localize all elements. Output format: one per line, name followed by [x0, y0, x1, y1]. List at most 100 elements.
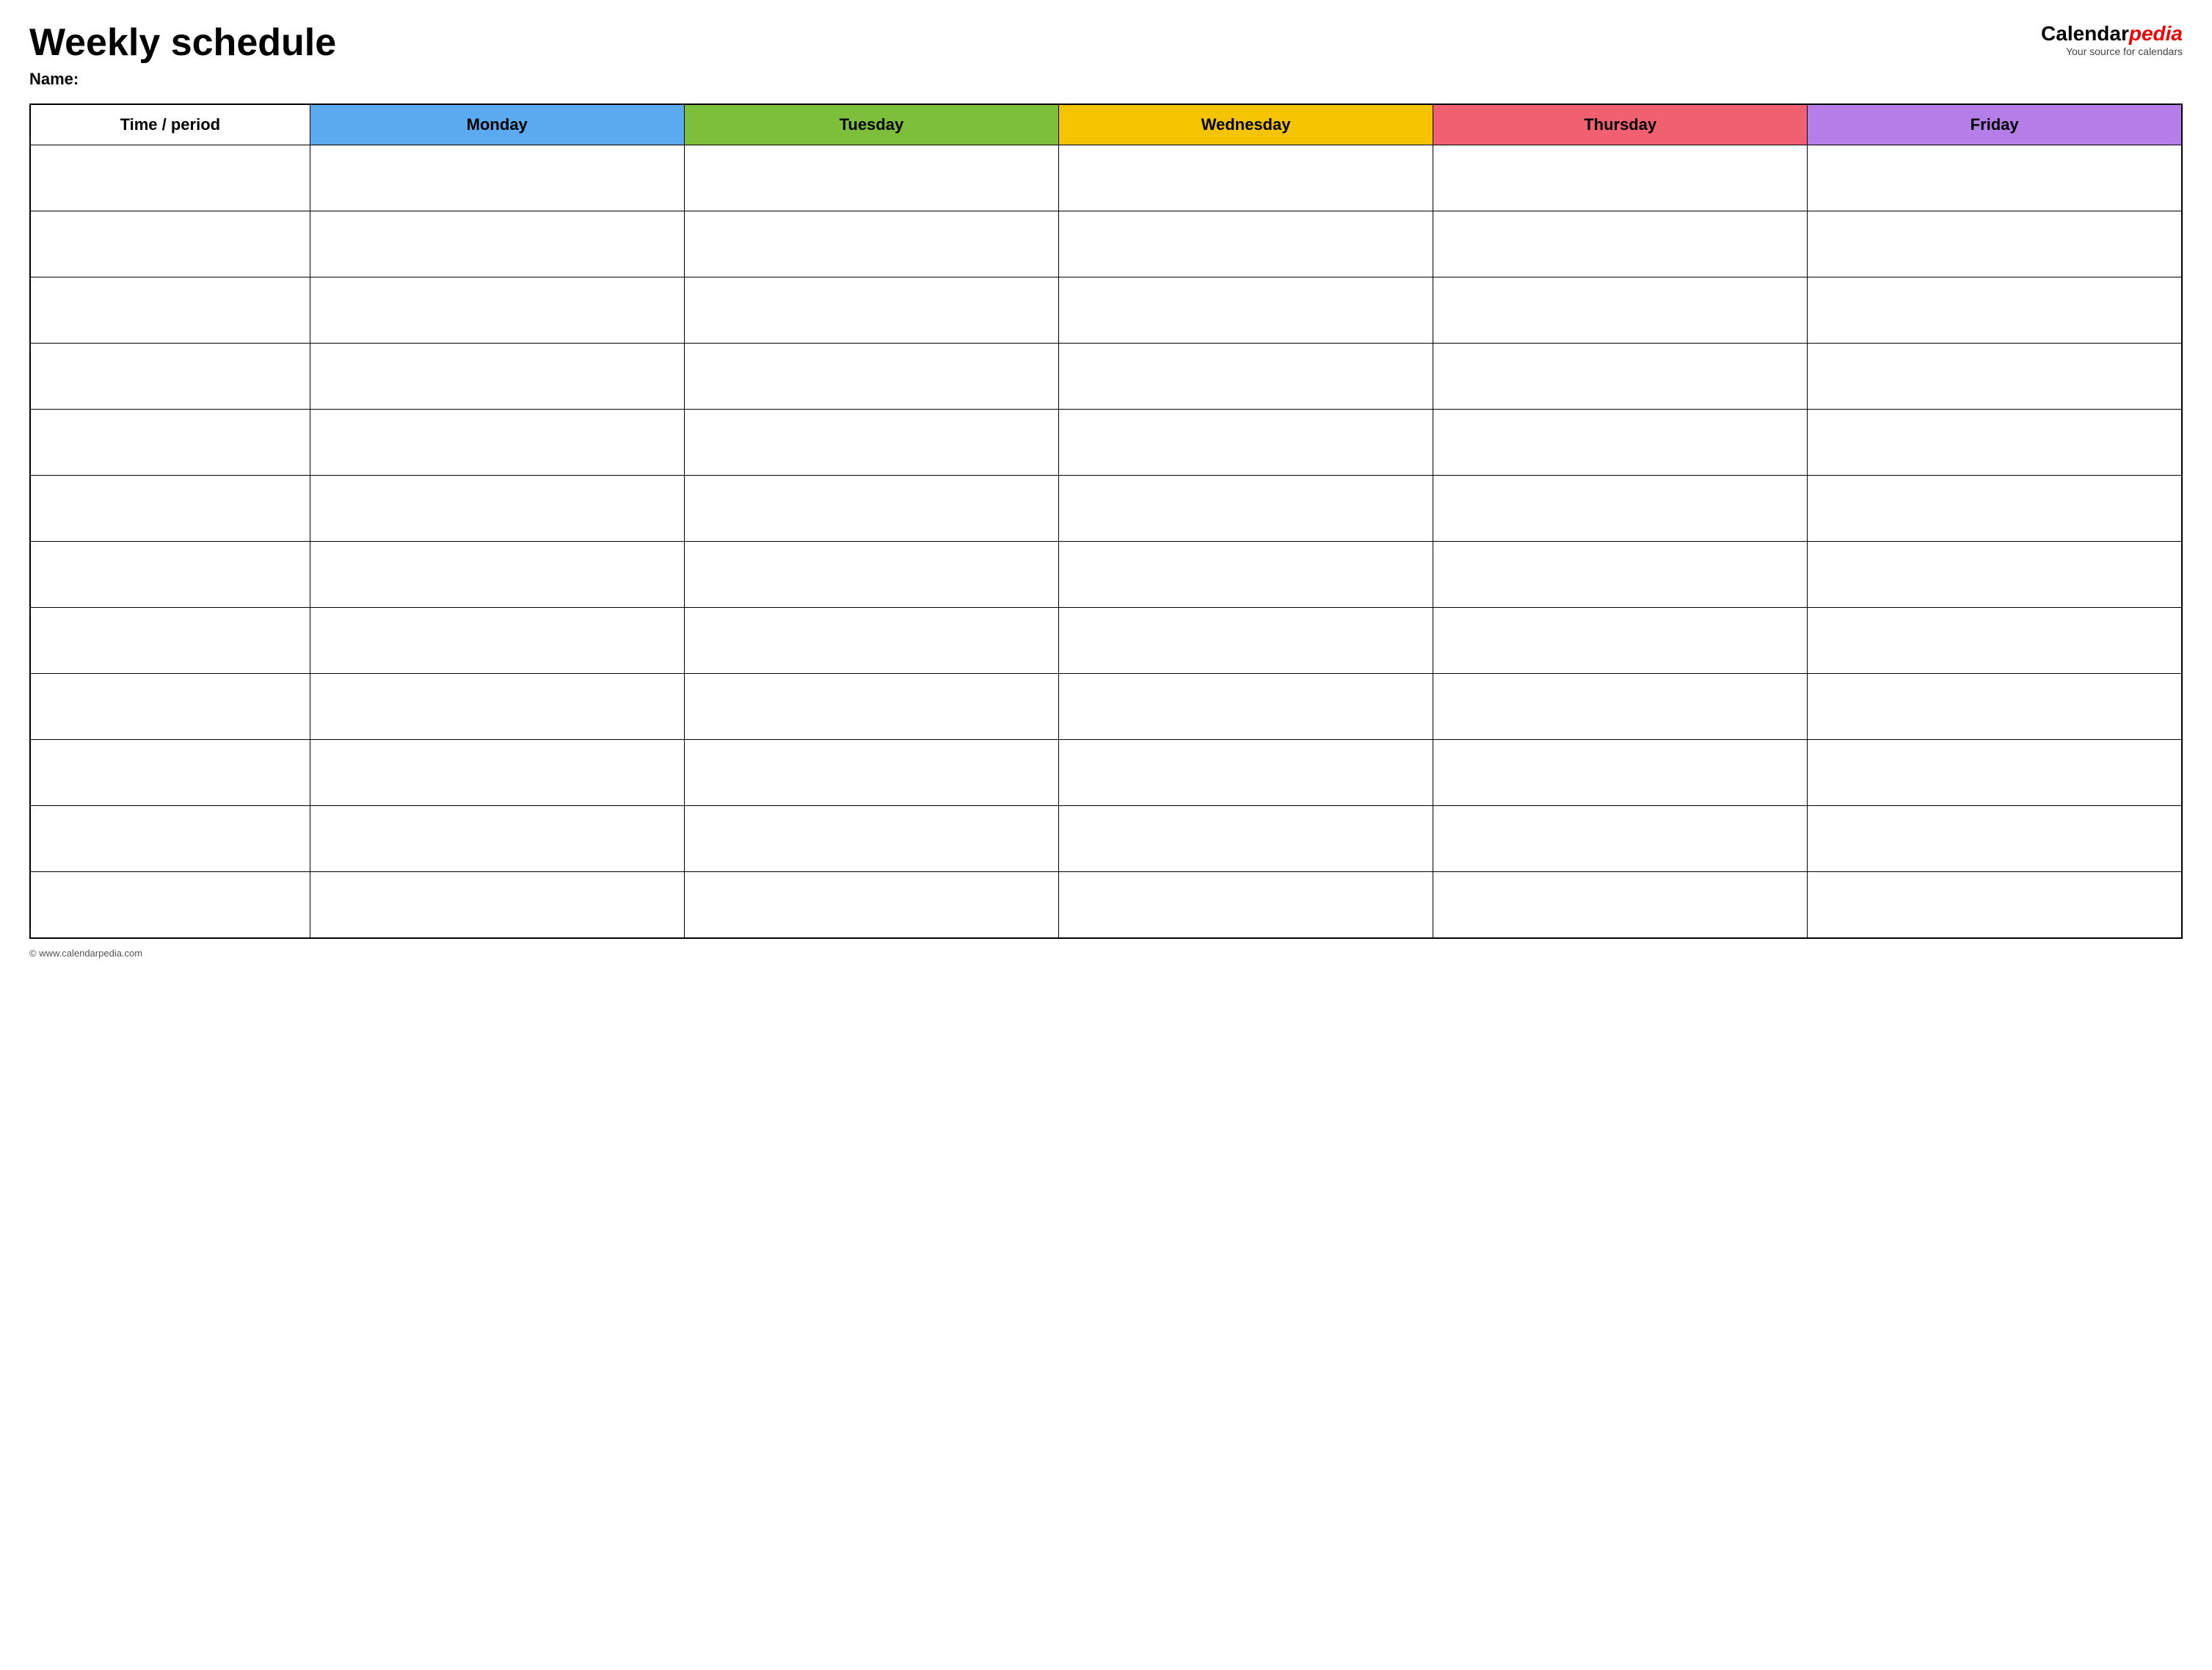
table-row	[30, 410, 2182, 476]
cell-row11-thursday[interactable]	[1433, 872, 1808, 938]
cell-row7-time[interactable]	[30, 608, 310, 674]
cell-row6-monday[interactable]	[310, 542, 684, 608]
cell-row11-time[interactable]	[30, 872, 310, 938]
cell-row1-monday[interactable]	[310, 211, 684, 277]
cell-row9-friday[interactable]	[1808, 740, 2182, 806]
cell-row7-wednesday[interactable]	[1058, 608, 1433, 674]
title-section: Weekly schedule Name:	[29, 22, 336, 89]
cell-row10-wednesday[interactable]	[1058, 806, 1433, 872]
cell-row8-monday[interactable]	[310, 674, 684, 740]
cell-row4-monday[interactable]	[310, 410, 684, 476]
name-label: Name:	[29, 70, 336, 89]
cell-row7-monday[interactable]	[310, 608, 684, 674]
cell-row0-wednesday[interactable]	[1058, 145, 1433, 211]
cell-row1-thursday[interactable]	[1433, 211, 1808, 277]
cell-row11-friday[interactable]	[1808, 872, 2182, 938]
footer-url: © www.calendarpedia.com	[29, 948, 142, 959]
cell-row10-friday[interactable]	[1808, 806, 2182, 872]
cell-row6-time[interactable]	[30, 542, 310, 608]
cell-row7-tuesday[interactable]	[684, 608, 1058, 674]
cell-row9-monday[interactable]	[310, 740, 684, 806]
table-row	[30, 277, 2182, 344]
schedule-table: Time / period Monday Tuesday Wednesday T…	[29, 104, 2183, 939]
cell-row2-wednesday[interactable]	[1058, 277, 1433, 344]
table-row	[30, 542, 2182, 608]
cell-row0-monday[interactable]	[310, 145, 684, 211]
cell-row1-friday[interactable]	[1808, 211, 2182, 277]
logo-pedia: pedia	[2129, 22, 2183, 45]
cell-row1-tuesday[interactable]	[684, 211, 1058, 277]
cell-row2-friday[interactable]	[1808, 277, 2182, 344]
table-row	[30, 872, 2182, 938]
cell-row5-wednesday[interactable]	[1058, 476, 1433, 542]
table-row	[30, 145, 2182, 211]
col-header-monday: Monday	[310, 104, 684, 145]
cell-row3-monday[interactable]	[310, 344, 684, 410]
table-row	[30, 344, 2182, 410]
cell-row5-monday[interactable]	[310, 476, 684, 542]
col-header-friday: Friday	[1808, 104, 2182, 145]
cell-row6-wednesday[interactable]	[1058, 542, 1433, 608]
table-row	[30, 211, 2182, 277]
cell-row3-thursday[interactable]	[1433, 344, 1808, 410]
col-header-wednesday: Wednesday	[1058, 104, 1433, 145]
cell-row4-time[interactable]	[30, 410, 310, 476]
cell-row2-tuesday[interactable]	[684, 277, 1058, 344]
logo-tagline: Your source for calendars	[2066, 46, 2183, 57]
table-row	[30, 608, 2182, 674]
cell-row7-thursday[interactable]	[1433, 608, 1808, 674]
cell-row8-wednesday[interactable]	[1058, 674, 1433, 740]
cell-row6-friday[interactable]	[1808, 542, 2182, 608]
cell-row4-wednesday[interactable]	[1058, 410, 1433, 476]
cell-row5-friday[interactable]	[1808, 476, 2182, 542]
cell-row10-monday[interactable]	[310, 806, 684, 872]
cell-row5-tuesday[interactable]	[684, 476, 1058, 542]
cell-row3-time[interactable]	[30, 344, 310, 410]
page-title: Weekly schedule	[29, 22, 336, 64]
table-row	[30, 476, 2182, 542]
cell-row7-friday[interactable]	[1808, 608, 2182, 674]
cell-row9-tuesday[interactable]	[684, 740, 1058, 806]
col-header-thursday: Thursday	[1433, 104, 1808, 145]
cell-row11-tuesday[interactable]	[684, 872, 1058, 938]
logo-section: Calendarpedia Your source for calendars	[2041, 22, 2183, 57]
cell-row4-tuesday[interactable]	[684, 410, 1058, 476]
cell-row8-friday[interactable]	[1808, 674, 2182, 740]
cell-row4-friday[interactable]	[1808, 410, 2182, 476]
cell-row0-time[interactable]	[30, 145, 310, 211]
cell-row1-time[interactable]	[30, 211, 310, 277]
cell-row11-wednesday[interactable]	[1058, 872, 1433, 938]
cell-row9-wednesday[interactable]	[1058, 740, 1433, 806]
page-header: Weekly schedule Name: Calendarpedia Your…	[29, 22, 2183, 89]
cell-row10-time[interactable]	[30, 806, 310, 872]
cell-row0-tuesday[interactable]	[684, 145, 1058, 211]
cell-row2-time[interactable]	[30, 277, 310, 344]
cell-row0-thursday[interactable]	[1433, 145, 1808, 211]
cell-row10-tuesday[interactable]	[684, 806, 1058, 872]
cell-row10-thursday[interactable]	[1433, 806, 1808, 872]
table-row	[30, 674, 2182, 740]
cell-row8-tuesday[interactable]	[684, 674, 1058, 740]
cell-row2-thursday[interactable]	[1433, 277, 1808, 344]
cell-row8-time[interactable]	[30, 674, 310, 740]
cell-row4-thursday[interactable]	[1433, 410, 1808, 476]
cell-row3-friday[interactable]	[1808, 344, 2182, 410]
cell-row8-thursday[interactable]	[1433, 674, 1808, 740]
cell-row3-wednesday[interactable]	[1058, 344, 1433, 410]
schedule-body	[30, 145, 2182, 938]
col-header-tuesday: Tuesday	[684, 104, 1058, 145]
cell-row0-friday[interactable]	[1808, 145, 2182, 211]
cell-row2-monday[interactable]	[310, 277, 684, 344]
cell-row9-time[interactable]	[30, 740, 310, 806]
cell-row5-thursday[interactable]	[1433, 476, 1808, 542]
cell-row6-thursday[interactable]	[1433, 542, 1808, 608]
cell-row5-time[interactable]	[30, 476, 310, 542]
cell-row6-tuesday[interactable]	[684, 542, 1058, 608]
cell-row3-tuesday[interactable]	[684, 344, 1058, 410]
col-header-time: Time / period	[30, 104, 310, 145]
cell-row9-thursday[interactable]	[1433, 740, 1808, 806]
footer: © www.calendarpedia.com	[29, 948, 2183, 959]
cell-row1-wednesday[interactable]	[1058, 211, 1433, 277]
cell-row11-monday[interactable]	[310, 872, 684, 938]
logo-text: Calendarpedia	[2041, 22, 2183, 46]
